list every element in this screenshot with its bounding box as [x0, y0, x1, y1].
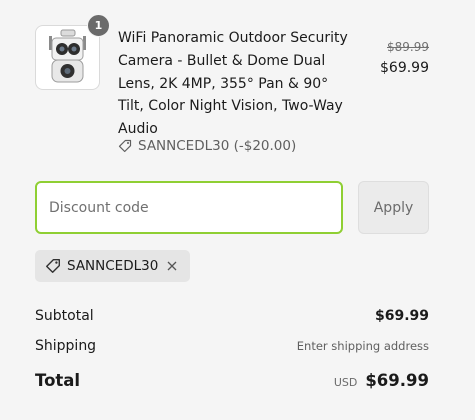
applied-discount-code: SANNCEDL30 — [67, 258, 159, 274]
tag-icon — [118, 139, 132, 153]
product-title: WiFi Panoramic Outdoor Security Camera -… — [118, 30, 348, 138]
currency-code: USD — [333, 375, 358, 389]
original-price: $89.99 — [387, 40, 429, 54]
subtotal-row: Subtotal $69.99 — [35, 303, 429, 329]
sale-price: $69.99 — [380, 60, 429, 76]
applied-discount-chip: SANNCEDL30 — [35, 250, 191, 282]
total-label: Total — [35, 370, 81, 390]
close-icon — [167, 261, 177, 271]
total-amount: USD $69.99 — [334, 371, 429, 390]
total-value: $69.99 — [365, 370, 429, 390]
discount-code-input[interactable] — [35, 181, 343, 234]
shipping-row: Shipping Enter shipping address — [35, 333, 429, 359]
product-line-item: 1 WiFi Panoramic Outdoor Security Camera… — [35, 14, 429, 160]
product-discount: SANNCEDL30 (-$20.00) — [118, 138, 296, 154]
quantity-badge: 1 — [87, 14, 110, 37]
shipping-label: Shipping — [35, 338, 97, 354]
shipping-hint: Enter shipping address — [296, 339, 429, 353]
tag-icon — [46, 259, 60, 273]
product-discount-code: SANNCEDL30 (-$20.00) — [138, 138, 297, 154]
product-thumbnail: 1 — [35, 14, 110, 90]
total-row: Total USD $69.99 — [35, 365, 429, 395]
subtotal-label: Subtotal — [35, 308, 94, 324]
subtotal-value: $69.99 — [374, 308, 429, 324]
discount-form: Apply — [35, 181, 429, 234]
order-summary: Subtotal $69.99 Shipping Enter shipping … — [35, 303, 429, 395]
camera-product-icon — [49, 29, 86, 83]
apply-button[interactable]: Apply — [358, 181, 429, 234]
remove-discount-button[interactable] — [164, 258, 180, 274]
